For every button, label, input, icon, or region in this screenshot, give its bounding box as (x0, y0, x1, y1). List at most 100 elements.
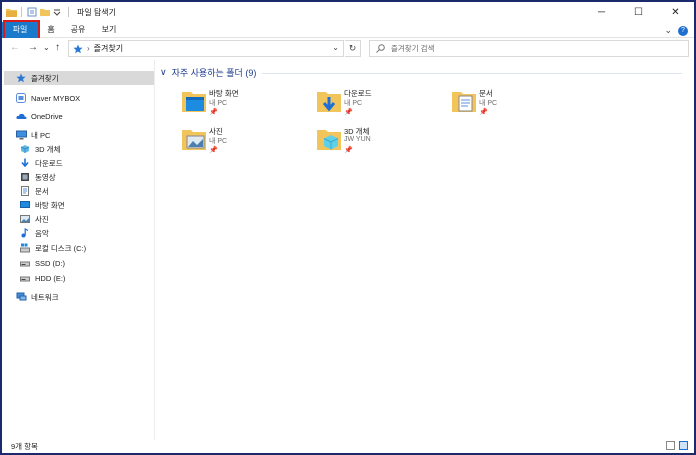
3d-objects-folder-icon (317, 126, 341, 154)
large-icons-view-icon[interactable] (679, 441, 688, 450)
address-dropdown-icon[interactable]: ⌄ (332, 43, 339, 52)
folder-tile-3d-objects[interactable]: 3D 개체 JW YUN 📌 (317, 126, 447, 160)
refresh-button[interactable]: ↻ (345, 40, 361, 57)
frequent-folders-header[interactable]: ∨ 자주 사용하는 폴더 (9) (160, 66, 256, 79)
music-note-icon (20, 227, 30, 238)
minimize-button[interactable]: ─ (583, 2, 620, 22)
customize-toolbar-icon[interactable] (53, 7, 63, 17)
pin-icon: 📌 (209, 109, 218, 116)
windows-drive-icon (20, 243, 30, 253)
documents-folder-icon (452, 88, 476, 116)
ribbon-expand-icon[interactable]: ⌄ (664, 25, 672, 36)
sidebar-item-3d-objects[interactable]: 3D 개체 (20, 142, 60, 156)
sidebar-item-naver-mybox[interactable]: Naver MYBOX (16, 91, 80, 105)
folder-tile-documents[interactable]: 문서 내 PC 📌 (452, 88, 582, 122)
forward-arrow-icon[interactable]: → (28, 42, 38, 53)
tab-view[interactable]: 보기 (96, 22, 122, 38)
sidebar-item-label: 3D 개체 (35, 144, 61, 154)
content-pane: ∨ 자주 사용하는 폴더 (9) 바탕 화면 내 PC 📌 다운로드 내 PC … (156, 60, 694, 440)
sidebar-item-this-pc[interactable]: 내 PC (16, 128, 50, 142)
separator (21, 7, 22, 17)
search-input[interactable]: 즐겨찾기 검색 (369, 40, 689, 57)
video-icon (20, 172, 30, 182)
pin-icon: 📌 (209, 147, 218, 154)
back-arrow-icon[interactable]: ← (10, 42, 20, 53)
up-arrow-icon[interactable]: ↑ (55, 42, 60, 53)
tab-share[interactable]: 공유 (64, 22, 92, 38)
new-folder-icon[interactable] (40, 7, 50, 17)
cloud-icon (16, 111, 27, 121)
sidebar-item-desktop[interactable]: 바탕 화면 (20, 198, 65, 212)
sidebar-item-music[interactable]: 음악 (20, 226, 49, 240)
sidebar-item-downloads[interactable]: 다운로드 (20, 156, 63, 170)
folder-tile-pictures[interactable]: 사진 내 PC 📌 (182, 126, 312, 160)
sidebar-item-pictures[interactable]: 사진 (20, 212, 49, 226)
sidebar-item-label: 바탕 화면 (35, 200, 65, 210)
navigation-bar: ← → ⌄ ↑ › 즐겨찾기 ⌄ ↻ 즐겨찾기 검색 (2, 38, 694, 60)
picture-icon (20, 214, 30, 224)
navigation-pane: 즐겨찾기 Naver MYBOX OneDrive 내 PC 3D 개체 다운로… (2, 60, 155, 440)
sidebar-item-label: 사진 (35, 214, 49, 224)
sidebar-item-label: 네트워크 (31, 292, 59, 302)
search-icon (376, 43, 386, 54)
address-path[interactable]: 즐겨찾기 (94, 43, 123, 54)
maximize-button[interactable]: ☐ (620, 2, 657, 22)
sidebar-item-label: 동영상 (35, 172, 56, 182)
star-icon (16, 73, 26, 83)
sidebar-item-hdd-e[interactable]: HDD (E:) (20, 271, 65, 285)
ribbon-right-controls: ⌄ ? (664, 25, 688, 36)
star-icon (73, 44, 83, 54)
search-placeholder: 즐겨찾기 검색 (391, 44, 435, 53)
desktop-folder-icon (182, 88, 206, 116)
file-explorer-window: 파일 탐색기 ─ ☐ ✕ 파일 홈 공유 보기 ⌄ ? ← → ⌄ ↑ › 즐겨… (0, 0, 696, 455)
document-icon (20, 186, 30, 196)
close-button[interactable]: ✕ (657, 2, 694, 22)
status-bar: 9개 항목 (2, 439, 694, 453)
folder-app-icon (6, 7, 17, 17)
address-bar[interactable]: › 즐겨찾기 ⌄ (68, 40, 344, 57)
help-icon[interactable]: ? (678, 25, 688, 36)
sidebar-item-label: 즐겨찾기 (31, 73, 59, 83)
sidebar-item-label: 내 PC (31, 130, 51, 140)
item-count: 9개 항목 (11, 441, 38, 451)
tab-home[interactable]: 홈 (41, 22, 61, 38)
tile-location: 내 PC (209, 100, 228, 107)
view-switcher (666, 441, 688, 450)
sidebar-item-quick-access[interactable]: 즐겨찾기 (4, 71, 154, 85)
sidebar-item-label: SSD (D:) (35, 258, 65, 268)
sidebar-item-videos[interactable]: 동영상 (20, 170, 56, 184)
pin-icon: 📌 (479, 109, 488, 116)
sidebar-item-onedrive[interactable]: OneDrive (16, 109, 63, 123)
pictures-folder-icon (182, 126, 206, 154)
sidebar-item-label: 문서 (35, 186, 49, 196)
address-separator: › (87, 44, 90, 53)
folder-tile-desktop[interactable]: 바탕 화면 내 PC 📌 (182, 88, 312, 122)
folder-tile-downloads[interactable]: 다운로드 내 PC 📌 (317, 88, 447, 122)
desktop-icon (20, 200, 30, 210)
quick-access-toolbar (2, 2, 71, 22)
details-view-icon[interactable] (666, 441, 675, 450)
sidebar-item-documents[interactable]: 문서 (20, 184, 49, 198)
drive-icon (20, 273, 30, 283)
vertical-scrollbar[interactable] (686, 60, 694, 440)
group-divider (262, 73, 682, 74)
pin-icon: 📌 (344, 109, 353, 116)
sidebar-item-label: OneDrive (31, 111, 63, 121)
tile-location: 내 PC (344, 100, 363, 107)
tile-location: 내 PC (209, 138, 228, 145)
sidebar-item-local-disk-c[interactable]: 로컬 디스크 (C:) (20, 241, 86, 255)
properties-icon[interactable] (27, 7, 37, 17)
recent-locations-icon[interactable]: ⌄ (43, 43, 50, 52)
sidebar-item-label: Naver MYBOX (31, 93, 81, 103)
window-controls: ─ ☐ ✕ (583, 2, 694, 22)
download-arrow-icon (20, 158, 30, 168)
cube-icon (20, 144, 30, 154)
sidebar-item-ssd-d[interactable]: SSD (D:) (20, 256, 65, 270)
pin-icon: 📌 (344, 147, 353, 154)
sidebar-item-label: 음악 (35, 228, 49, 238)
sidebar-item-network[interactable]: 네트워크 (16, 290, 59, 304)
sidebar-item-label: 다운로드 (35, 158, 63, 168)
title-bar: 파일 탐색기 ─ ☐ ✕ (2, 2, 694, 22)
computer-icon (16, 130, 27, 140)
window-title: 파일 탐색기 (77, 7, 117, 17)
